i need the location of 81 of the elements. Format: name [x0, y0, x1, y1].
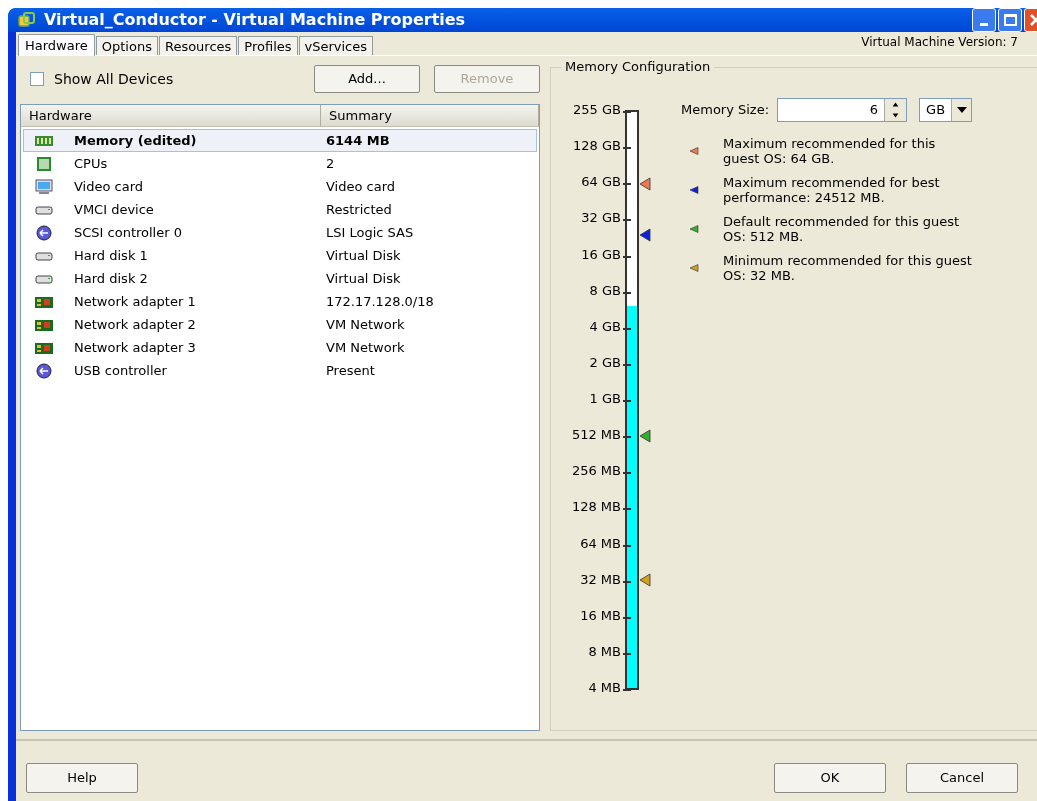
table-cell-text: Video card — [74, 177, 144, 196]
table-cell-text: Hard disk 1 — [74, 246, 148, 265]
table-row[interactable]: Video card Video card — [23, 175, 537, 198]
show-all-devices-checkbox[interactable]: Show All Devices — [30, 68, 174, 90]
scale-label: 8 GB — [589, 283, 621, 298]
table-cell-text: Network adapter 3 — [74, 338, 196, 357]
column-header[interactable]: Hardware — [21, 105, 321, 126]
table-cell-text: SCSI controller 0 — [74, 223, 182, 242]
arrow-circle-icon — [34, 224, 54, 241]
scale-label: 4 MB — [588, 681, 621, 695]
scale-label: 16 GB — [581, 247, 621, 262]
table-cell-text: 172.17.128.0/18 — [325, 292, 434, 311]
version-label: Virtual Machine Version: 7 — [861, 34, 1018, 51]
table-cell-text: Virtual Disk — [325, 246, 401, 265]
scale-label: 8 MB — [588, 644, 621, 659]
scale-label: 32 MB — [580, 572, 621, 587]
selected-row[interactable]: Memory (edited) 6144 MB — [23, 129, 537, 152]
table-row[interactable]: Network adapter 3 VM Network — [23, 336, 537, 359]
tab[interactable]: Hardware — [18, 34, 95, 56]
scale-label: 4 GB — [589, 319, 621, 334]
table-cell-text: Restricted — [325, 200, 392, 219]
button[interactable]: Add... — [314, 65, 420, 93]
scale-label: 128 MB — [571, 500, 621, 515]
scale-label: 128 GB — [573, 139, 621, 154]
scale-label: 512 MB — [571, 428, 621, 443]
table-row[interactable]: USB controller Present — [23, 359, 537, 382]
window-title: Virtual_Conductor - Virtual Machine Properties — [44, 9, 466, 31]
table-cell-text: Virtual Disk — [325, 269, 401, 288]
legend-text: Maximum recommended for this guest OS: 64 GB. — [723, 136, 937, 166]
chip-icon — [34, 155, 54, 172]
tab[interactable]: vServices — [298, 36, 374, 55]
tab[interactable]: Profiles — [238, 36, 298, 55]
scale-label: 2 GB — [589, 355, 621, 370]
scale-label: 64 MB — [580, 536, 621, 551]
table-row[interactable]: Network adapter 2 VM Network — [23, 313, 537, 336]
button[interactable]: Cancel — [906, 763, 1018, 793]
memory-size-label: Memory Size: — [681, 101, 770, 120]
tab[interactable]: Resources — [158, 36, 238, 55]
maximize-button[interactable] — [998, 8, 1022, 32]
scale-label: 1 GB — [589, 392, 621, 406]
scale-label: 256 MB — [571, 464, 621, 479]
scale-label: 255 GB — [573, 103, 621, 117]
unit-dropdown[interactable]: GB — [919, 98, 973, 122]
table-cell-text: VMCI device — [74, 200, 154, 219]
table-cell-text: LSI Logic SAS — [325, 223, 414, 242]
checkbox[interactable] — [30, 72, 44, 86]
table-cell-text: Video card — [325, 177, 396, 196]
table-cell-text: Hard disk 2 — [74, 269, 148, 288]
scale-label: 64 GB — [581, 175, 621, 190]
minimize-button[interactable] — [972, 8, 996, 32]
legend-text: Default recommended for this guest OS: 512 MB. — [723, 214, 961, 244]
monitor-icon — [34, 178, 54, 195]
table-cell-text: CPUs — [74, 154, 108, 173]
table-row[interactable]: Network adapter 1 172.17.128.0/18 — [23, 290, 537, 313]
table-cell-text: Present — [325, 361, 375, 380]
table-cell-text: Network adapter 2 — [74, 315, 196, 334]
table-cell-text: Network adapter 1 — [74, 292, 196, 311]
table-row[interactable]: Hard disk 2 Virtual Disk — [23, 267, 537, 290]
button[interactable]: Help — [26, 763, 138, 793]
table-row[interactable]: VMCI device Restricted — [23, 198, 537, 221]
table-row[interactable]: CPUs 2 — [23, 152, 537, 175]
dropdown-arrow-icon — [956, 107, 967, 113]
app-logo-icon — [18, 11, 36, 29]
button[interactable]: OK — [774, 763, 886, 793]
table-cell-text: VM Network — [325, 338, 405, 357]
table-cell-text: 6144 MB — [325, 131, 390, 150]
scale-label: 16 MB — [580, 608, 621, 623]
column-header[interactable]: Summary — [321, 105, 539, 126]
table-cell-text: VM Network — [325, 315, 405, 334]
table-row[interactable]: SCSI controller 0 LSI Logic SAS — [23, 221, 537, 244]
table-row[interactable]: Hard disk 1 Virtual Disk — [23, 244, 537, 267]
table-cell-text: 2 — [325, 154, 335, 173]
table-cell-text: Memory (edited) — [74, 131, 197, 150]
arrow-circle-icon — [34, 362, 54, 379]
table-cell-text: USB controller — [74, 361, 167, 380]
group-title: Memory Configuration — [561, 59, 715, 75]
legend-text: Maximum recommended for best performance: 24512 MB. — [723, 175, 941, 205]
tab[interactable]: Options — [95, 36, 158, 55]
legend-text: Minimum recommended for this guest OS: 32 MB. — [723, 253, 973, 283]
scale-label: 32 GB — [581, 211, 621, 226]
memory-size-spinner[interactable]: 6 — [777, 98, 908, 122]
